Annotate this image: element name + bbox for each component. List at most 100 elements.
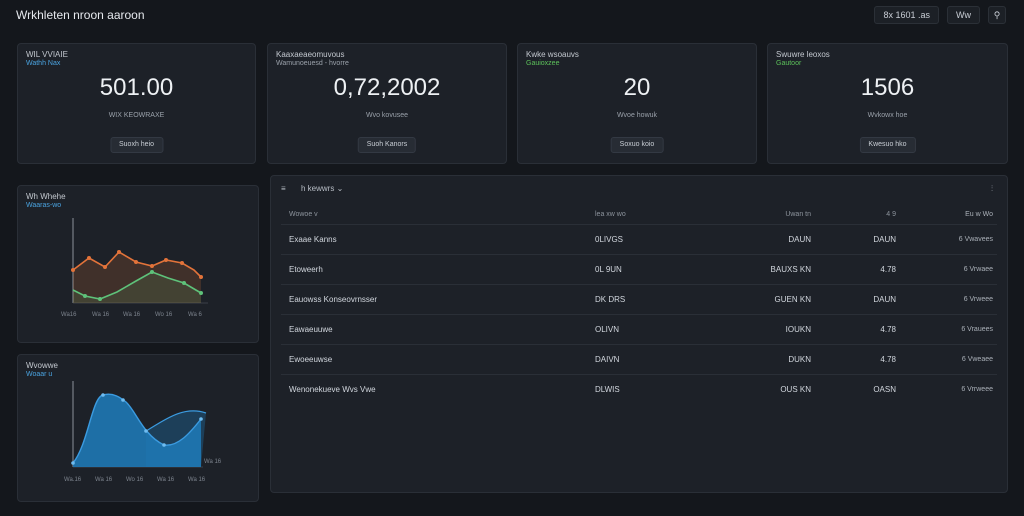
area-series-point bbox=[199, 417, 203, 421]
x-tick-label: Wa 16 bbox=[188, 477, 206, 483]
column-header[interactable]: Wowoe v bbox=[289, 208, 318, 222]
kpi-details-button[interactable]: Suoh Kanors bbox=[357, 137, 417, 153]
area-series-point bbox=[162, 443, 166, 447]
orange-series-point bbox=[199, 275, 203, 279]
line-chart-title: Wh Whehe bbox=[26, 192, 66, 201]
date-range-button[interactable]: 8x 1601 .as bbox=[874, 6, 939, 24]
table-cell: DLWIS bbox=[595, 385, 620, 394]
table-cell: Eawaeuuwe bbox=[289, 325, 333, 334]
table-row[interactable]: Exaae Kanns 0LIVGS DAUN DAUN 6 Vwavees bbox=[281, 224, 997, 254]
area-series-point bbox=[121, 398, 125, 402]
x-tick-label: Wo 16 bbox=[126, 477, 144, 483]
table-cell: Ewoeeuwse bbox=[289, 355, 333, 364]
table-cell: 6 Vrauees bbox=[961, 326, 993, 333]
kpi-card-1: WIL VVIAIE Wathh Nax 501.00 WIX KEOWRAXE… bbox=[17, 43, 256, 164]
table-cell: IOUKN bbox=[785, 325, 811, 334]
table-cell: DUKN bbox=[788, 355, 811, 364]
table-header: Wowoe v lea xw wo Uwan tn 4 9 Eu w Wo bbox=[281, 208, 997, 222]
table-toolbar: ≡ h kewwrs ⌄ ⫶ bbox=[281, 184, 997, 198]
orange-series-point bbox=[87, 256, 91, 260]
column-header[interactable]: lea xw wo bbox=[595, 208, 626, 222]
table-cell: GUEN KN bbox=[774, 295, 811, 304]
top-bar: Wrkhleten nroon aaroon 8x 1601 .as Ww ⚲ bbox=[0, 0, 1024, 32]
table-cell: OLIVN bbox=[595, 325, 620, 334]
kpi-value: 1506 bbox=[860, 74, 915, 101]
orange-series-point bbox=[103, 265, 107, 269]
table-cell: 6 Vwavees bbox=[958, 236, 993, 243]
kpi-value: 20 bbox=[623, 74, 651, 101]
table-cell: DAIVN bbox=[595, 355, 620, 364]
column-settings-icon[interactable]: ⫶ bbox=[991, 184, 993, 194]
column-header[interactable]: Eu w Wo bbox=[911, 208, 993, 222]
table-cell: 4.78 bbox=[880, 355, 896, 364]
table-cell: 0LIVGS bbox=[595, 235, 624, 244]
table-cell: 6 Vrweee bbox=[963, 296, 993, 303]
green-series-point bbox=[199, 291, 203, 295]
green-series-point bbox=[98, 297, 102, 301]
area-series-point bbox=[71, 461, 75, 465]
column-header[interactable]: Uwan tn bbox=[711, 208, 811, 222]
kpi-title: WIL VVIAIE bbox=[26, 50, 68, 59]
x-tick-label: Wa 6 bbox=[188, 312, 202, 318]
area-series-point bbox=[101, 393, 105, 397]
orange-series-point bbox=[71, 268, 75, 272]
table-cell: BAUXS KN bbox=[770, 265, 811, 274]
area-chart-title: Wvowwe bbox=[26, 361, 59, 370]
table-cell: DK DRS bbox=[595, 295, 626, 304]
line-chart: Wa16 Wa 16 Wa 16 Wo 16 Wa 6 bbox=[61, 218, 208, 318]
kpi-caption: Wvo kovusee bbox=[365, 112, 409, 119]
orange-series-point bbox=[180, 261, 184, 265]
table-cell: OUS KN bbox=[780, 385, 811, 394]
line-chart-card: Wa16 Wa 16 Wa 16 Wo 16 Wa 6 Wh Whehe Waa… bbox=[17, 185, 259, 343]
top-actions: 8x 1601 .as Ww ⚲ bbox=[874, 6, 1006, 24]
x-tick-label: Wa 16 bbox=[95, 477, 113, 483]
kpi-title: Kaaxaeaeomuvous bbox=[276, 50, 345, 59]
x-tick-label: Wa.16 bbox=[64, 477, 82, 483]
kpi-card-3: Kwke wsoauvs Gauioxzee 20 Wvoe howuk Sox… bbox=[517, 43, 757, 164]
kpi-details-button[interactable]: Soxuo koio bbox=[610, 137, 664, 153]
table-cell: Eauowss Konseovrnsser bbox=[289, 295, 378, 304]
x-tick-label: Wa 16 bbox=[157, 477, 175, 483]
table-cell: 6 Vrwaee bbox=[963, 266, 993, 273]
kpi-caption: Wvoe howuk bbox=[616, 112, 658, 119]
user-icon[interactable]: ⚲ bbox=[988, 6, 1006, 24]
table-row[interactable]: Eawaeuuwe OLIVN IOUKN 4.78 6 Vrauees bbox=[281, 314, 997, 344]
kpi-subtitle: Wamunoeuesd - hvorre bbox=[276, 60, 349, 67]
view-button[interactable]: Ww bbox=[947, 6, 980, 24]
kpi-title: Swuwre leoxos bbox=[776, 50, 830, 59]
x-tick-label: Wa 16 bbox=[92, 312, 110, 318]
table-row[interactable]: Etoweerh 0L 9UN BAUXS KN 4.78 6 Vrwaee bbox=[281, 254, 997, 284]
y-end-label: Wa 16 bbox=[204, 459, 222, 465]
kpi-card-4: Swuwre leoxos Gautoor 1506 Wvkowx hoe Kw… bbox=[767, 43, 1008, 164]
data-table-card: ≡ h kewwrs ⌄ ⫶ Wowoe v lea xw wo Uwan tn… bbox=[270, 175, 1008, 493]
area-chart: Wa.16 Wa 16 Wo 16 Wa 16 Wa 16 Wa 16 bbox=[64, 381, 222, 483]
area-series-point bbox=[144, 429, 148, 433]
table-cell: Exaae Kanns bbox=[289, 235, 337, 244]
kpi-caption: WIX KEOWRAXE bbox=[108, 112, 165, 119]
table-row[interactable]: Wenonekueve Wvs Vwe DLWIS OUS KN OASN 6 … bbox=[281, 374, 997, 404]
table-cell: 4.78 bbox=[880, 265, 896, 274]
kpi-details-button[interactable]: Kwesuo hko bbox=[859, 137, 916, 153]
column-header[interactable]: 4 9 bbox=[816, 208, 896, 222]
table-row[interactable]: Ewoeeuwse DAIVN DUKN 4.78 6 Vweaee bbox=[281, 344, 997, 374]
area-chart-subtitle: Woaar u bbox=[26, 371, 53, 378]
x-tick-label: Wa 16 bbox=[123, 312, 141, 318]
menu-icon[interactable]: ≡ bbox=[281, 184, 286, 193]
kpi-details-button[interactable]: Suoxh heio bbox=[109, 137, 164, 153]
kpi-value: 0,72,2002 bbox=[333, 74, 441, 101]
table-cell: Etoweerh bbox=[289, 265, 323, 274]
kpi-subtitle: Gauioxzee bbox=[526, 60, 560, 67]
kpi-subtitle: Gautoor bbox=[776, 60, 802, 67]
table-cell: OASN bbox=[873, 385, 896, 394]
green-series-point bbox=[150, 270, 154, 274]
orange-series-point bbox=[164, 258, 168, 262]
filter-dropdown[interactable]: h kewwrs ⌄ bbox=[301, 184, 343, 193]
table-row[interactable]: Eauowss Konseovrnsser DK DRS GUEN KN DAU… bbox=[281, 284, 997, 314]
kpi-subtitle: Wathh Nax bbox=[26, 60, 61, 67]
kpi-title: Kwke wsoauvs bbox=[526, 50, 579, 59]
green-series-point bbox=[83, 294, 87, 298]
table-cell: 0L 9UN bbox=[595, 265, 622, 274]
kpi-value: 501.00 bbox=[99, 74, 174, 101]
orange-series-point bbox=[150, 264, 154, 268]
orange-series-point bbox=[134, 260, 138, 264]
